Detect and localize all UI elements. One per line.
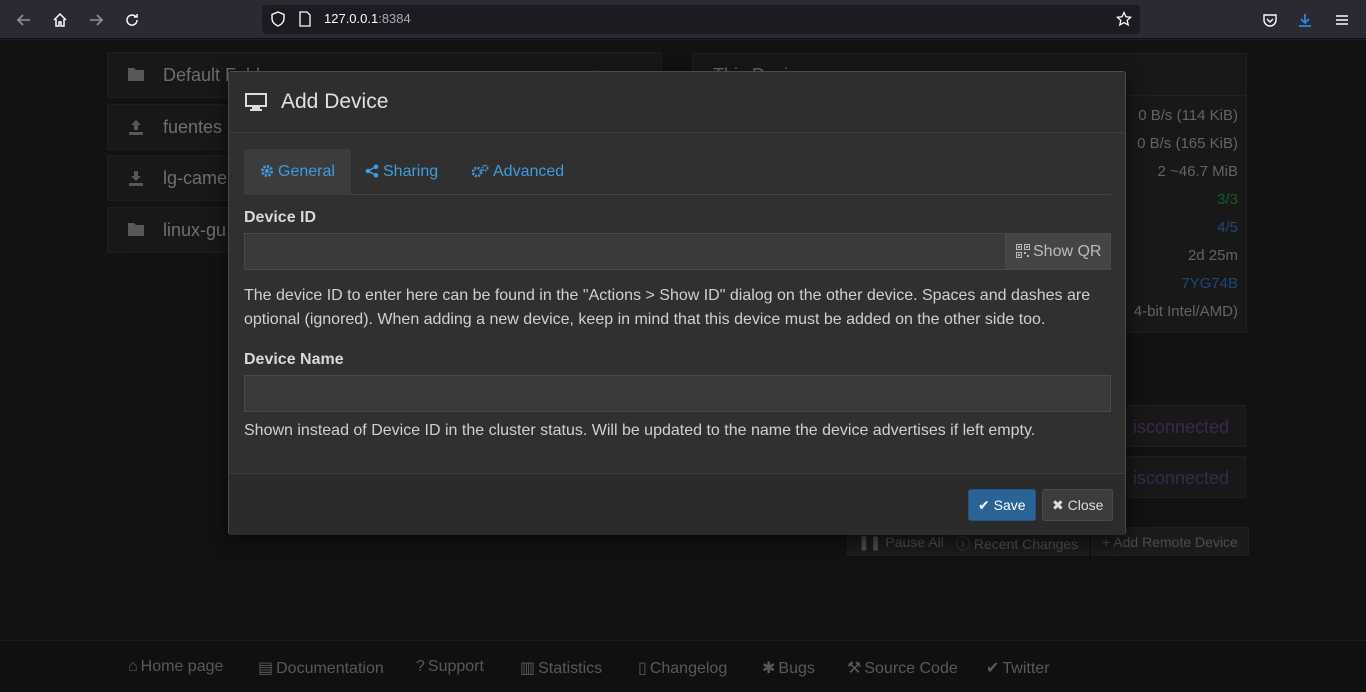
tab-advanced[interactable]: Advanced (455, 149, 580, 195)
browser-toolbar: 127.0.0.1:8384 (0, 0, 1366, 39)
downloads-button[interactable] (1293, 8, 1317, 32)
close-button[interactable]: ✖ Close (1042, 489, 1114, 521)
gears-icon (471, 164, 489, 183)
tab-general[interactable]: General (244, 149, 351, 195)
share-icon (365, 164, 379, 183)
dialog-title: Add Device (281, 90, 389, 113)
qrcode-icon (1016, 244, 1030, 263)
reload-icon (126, 14, 138, 26)
shield-icon[interactable] (270, 11, 286, 27)
save-button[interactable]: ✔ Save (968, 489, 1036, 521)
device-name-input[interactable] (244, 375, 1111, 412)
menu-button[interactable] (1330, 8, 1354, 32)
reload-button[interactable] (120, 8, 144, 32)
arrow-left-icon (16, 14, 30, 26)
dialog-tabs: General Sharing Advanced (244, 149, 1111, 195)
device-id-help: The device ID to enter here can be found… (244, 287, 1091, 328)
home-icon (53, 12, 67, 27)
desktop-icon (245, 93, 267, 116)
url-bar[interactable]: 127.0.0.1:8384 (262, 5, 1140, 34)
arrow-right-icon (90, 14, 104, 26)
dialog-header: Add Device (229, 72, 1125, 133)
close-icon: ✖ (1052, 497, 1068, 513)
device-name-help: Shown instead of Device ID in the cluste… (244, 422, 1036, 439)
show-qr-button[interactable]: Show QR (1005, 233, 1111, 270)
dialog-footer: ✔ Save ✖ Close (229, 473, 1125, 535)
pocket-button[interactable] (1258, 8, 1282, 32)
url-text[interactable]: 127.0.0.1:8384 (324, 11, 411, 26)
bookmark-star-icon[interactable] (1116, 11, 1132, 27)
device-id-input[interactable] (244, 233, 1006, 270)
home-button[interactable] (48, 8, 72, 32)
device-id-label: Device ID (244, 209, 317, 226)
device-name-label: Device Name (244, 351, 344, 368)
tab-sharing[interactable]: Sharing (349, 149, 454, 195)
add-device-dialog: Add Device General Sharing Advanced Devi… (228, 71, 1126, 535)
download-icon (1299, 14, 1311, 27)
pocket-icon (1263, 14, 1277, 27)
forward-button[interactable] (84, 8, 108, 32)
back-button[interactable] (12, 8, 36, 32)
page-icon (298, 11, 312, 27)
gear-icon (260, 164, 274, 183)
check-icon: ✔ (978, 497, 994, 513)
hamburger-icon (1336, 15, 1348, 25)
